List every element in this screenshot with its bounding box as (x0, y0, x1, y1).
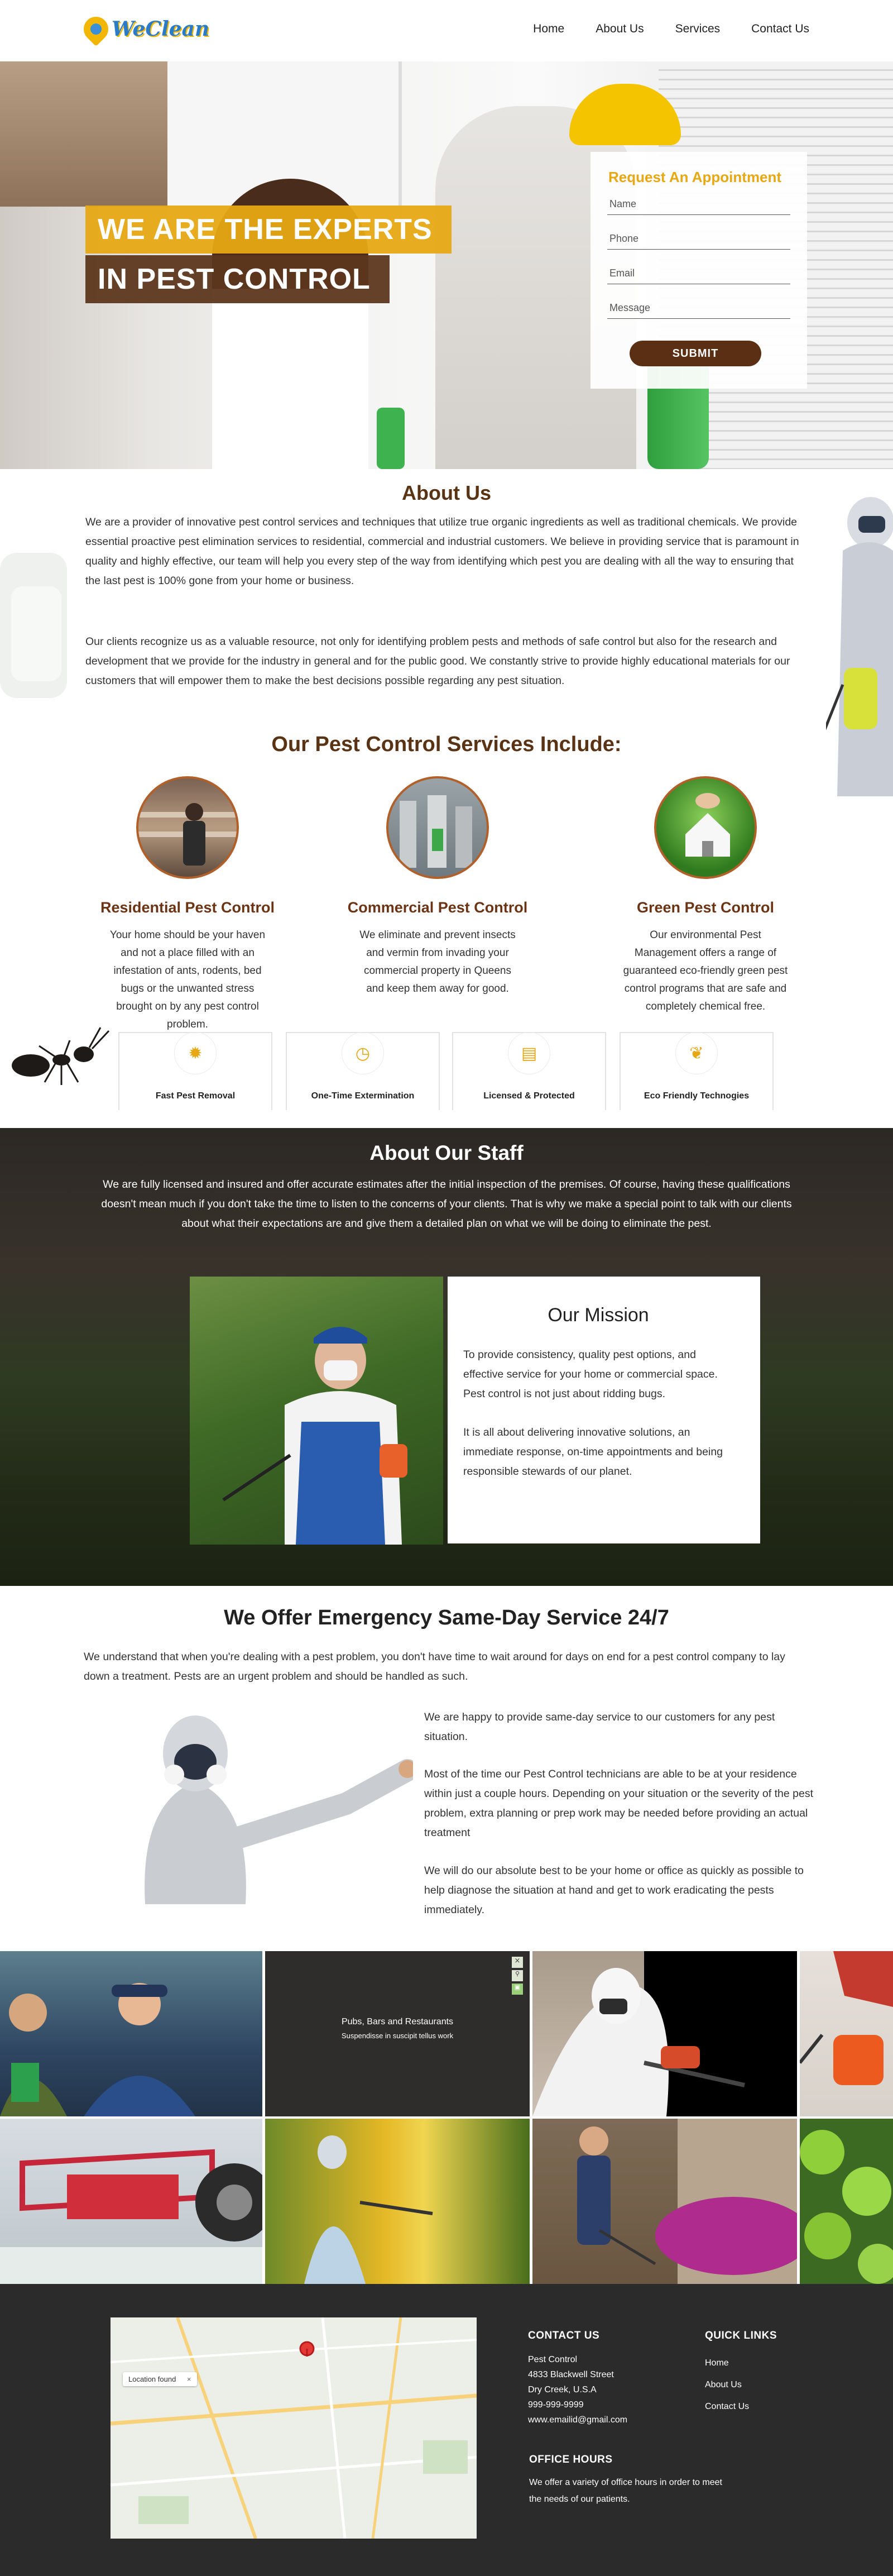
staff-worker-image (190, 1277, 443, 1545)
message-field[interactable] (607, 298, 790, 319)
hero-headline-1: WE ARE THE EXPERTS (85, 205, 452, 254)
submit-button[interactable]: SUBMIT (630, 341, 761, 366)
contact-city: Dry Creek, U.S.A (528, 2385, 597, 2395)
about-paragraph-2: Our clients recognize us as a valuable r… (85, 635, 790, 687)
gallery-caption-subtitle: Suspendisse in suscipit tellus work (341, 2032, 454, 2040)
emergency-intro: We understand that when you're dealing w… (84, 1651, 785, 1683)
gallery-controls: × ⚲ ▣ (512, 1957, 523, 1995)
ant-image (12, 1027, 110, 1085)
email-field[interactable] (607, 263, 790, 284)
name-field[interactable] (607, 194, 790, 215)
contact-street: 4833 Blackwell Street (528, 2370, 614, 2379)
main-nav: Home About Us Services Contact Us (502, 22, 809, 36)
hero-headline-2: IN PEST CONTROL (85, 255, 390, 303)
feature-label: Eco Friendly Technogies (644, 1091, 750, 1101)
gallery-spraying-house[interactable] (532, 1951, 797, 2116)
appointment-title: Request An Appointment (608, 169, 782, 185)
commercial-text: We eliminate and prevent insects and ver… (359, 929, 516, 995)
clock-icon: ◷ (342, 1032, 384, 1074)
hero-cabinet (0, 61, 167, 207)
leaf-icon: ❦ (675, 1032, 718, 1074)
feature-label: One-Time Extermination (311, 1091, 415, 1101)
office-hours-title: OFFICE HOURS (529, 2454, 613, 2465)
photo-gallery: Pubs, Bars and Restaurants Suspendisse i… (0, 1951, 893, 2284)
appointment-form: Request An Appointment SUBMIT (590, 152, 807, 389)
residential-title: Residential Pest Control (100, 899, 275, 916)
about-title: About Us (402, 481, 491, 504)
emergency-title: We Offer Emergency Same-Day Service 24/7 (224, 1606, 669, 1629)
gallery-caption-title: Pubs, Bars and Restaurants (341, 2017, 454, 2027)
gallery-tractor[interactable] (0, 2119, 262, 2284)
staff-title: About Our Staff (369, 1141, 524, 1164)
office-hours-line-2: the needs of our patients. (529, 2494, 630, 2504)
residential-image (136, 776, 239, 879)
faded-sprayer-image (0, 553, 67, 698)
footer-link-about-us[interactable]: About Us (705, 2380, 742, 2389)
gallery-limes[interactable] (800, 2119, 893, 2284)
mission-card: Our Mission To provide consistency, qual… (448, 1277, 760, 1543)
green-text: Our environmental Pest Management offers… (623, 929, 788, 1012)
commercial-image (386, 776, 489, 879)
feature-label: Licensed & Protected (483, 1091, 575, 1101)
site-header: WeClean Home About Us Services Contact U… (0, 0, 893, 61)
contact-company: Pest Control (528, 2355, 578, 2364)
gallery-garden-spraying[interactable] (532, 2119, 797, 2284)
map-info-window: Location found × (123, 2372, 197, 2386)
nav-contact-us[interactable]: Contact Us (751, 22, 809, 36)
contact-email[interactable]: www.emailid@gmail.com (528, 2412, 627, 2427)
link-icon[interactable]: ⚲ (512, 1970, 523, 1981)
office-hours-text: We offer a variety of office hours in or… (529, 2474, 722, 2508)
nav-home[interactable]: Home (533, 22, 564, 36)
logo[interactable]: WeClean (78, 11, 210, 47)
residential-text: Your home should be your haven and not a… (109, 929, 266, 1030)
location-map[interactable]: Location found × (111, 2317, 477, 2539)
quick-links: Home About Us Contact Us (705, 2352, 749, 2417)
mission-paragraph-2: It is all about delivering innovative so… (463, 1426, 723, 1478)
quick-links-title: QUICK LINKS (705, 2330, 777, 2341)
feature-eco-friendly: ❦ Eco Friendly Technogies (620, 1032, 774, 1110)
service-residential: Residential Pest Control Your home shoul… (81, 776, 294, 1034)
staff-text: We are fully licensed and insured and of… (101, 1178, 792, 1230)
close-icon[interactable]: × (187, 2375, 191, 2383)
spray-bottle-image (377, 408, 405, 469)
zoom-icon[interactable]: ▣ (512, 1984, 523, 1995)
contact-phone[interactable]: 999-999-9999 (528, 2397, 627, 2412)
mission-paragraph-1: To provide consistency, quality pest opt… (463, 1349, 718, 1400)
gallery-sprayer-closeup[interactable] (800, 1951, 893, 2116)
nav-about-us[interactable]: About Us (596, 22, 644, 36)
services-title: Our Pest Control Services Include: (271, 733, 622, 756)
gallery-fogging[interactable] (265, 2119, 530, 2284)
mission-title: Our Mission (548, 1304, 649, 1326)
emergency-paragraph-3: We will do our absolute best to be your … (424, 1865, 804, 1916)
contact-title: CONTACT US (528, 2330, 600, 2341)
map-label: Location found (128, 2375, 176, 2383)
gallery-caption-tile[interactable]: Pubs, Bars and Restaurants Suspendisse i… (265, 1951, 530, 2116)
phone-field[interactable] (607, 228, 790, 250)
emergency-paragraph-1: We are happy to provide same-day service… (424, 1711, 775, 1743)
commercial-title: Commercial Pest Control (347, 899, 528, 916)
footer-link-contact-us[interactable]: Contact Us (705, 2402, 749, 2411)
logo-text: WeClean (112, 17, 210, 41)
feature-fast-pest-removal: ✹ Fast Pest Removal (118, 1032, 272, 1110)
feature-label: Fast Pest Removal (155, 1091, 236, 1101)
hazmat-worker-image (145, 1715, 413, 1904)
about-paragraph-1: We are a provider of innovative pest con… (85, 516, 799, 587)
feature-licensed-protected: ▤ Licensed & Protected (452, 1032, 606, 1110)
contact-details: Pest Control 4833 Blackwell Street Dry C… (528, 2352, 627, 2427)
service-commercial: Commercial Pest Control We eliminate and… (332, 776, 544, 998)
nav-services[interactable]: Services (675, 22, 721, 36)
gallery-technicians[interactable] (0, 1951, 262, 2116)
gallery-caption: Pubs, Bars and Restaurants Suspendisse i… (265, 2017, 530, 2040)
close-icon[interactable]: × (512, 1957, 523, 1968)
feature-one-time-extermination: ◷ One-Time Extermination (286, 1032, 440, 1110)
droplet-icon (78, 11, 114, 47)
certificate-icon: ▤ (508, 1032, 550, 1074)
emergency-paragraph-2: Most of the time our Pest Control techni… (424, 1768, 813, 1839)
green-image (654, 776, 757, 879)
office-hours-line-1: We offer a variety of office hours in or… (529, 2478, 722, 2487)
footer-link-home[interactable]: Home (705, 2358, 729, 2368)
bug-icon: ✹ (174, 1032, 217, 1074)
service-green: Green Pest Control Our environmental Pes… (599, 776, 812, 1016)
green-title: Green Pest Control (636, 899, 775, 916)
